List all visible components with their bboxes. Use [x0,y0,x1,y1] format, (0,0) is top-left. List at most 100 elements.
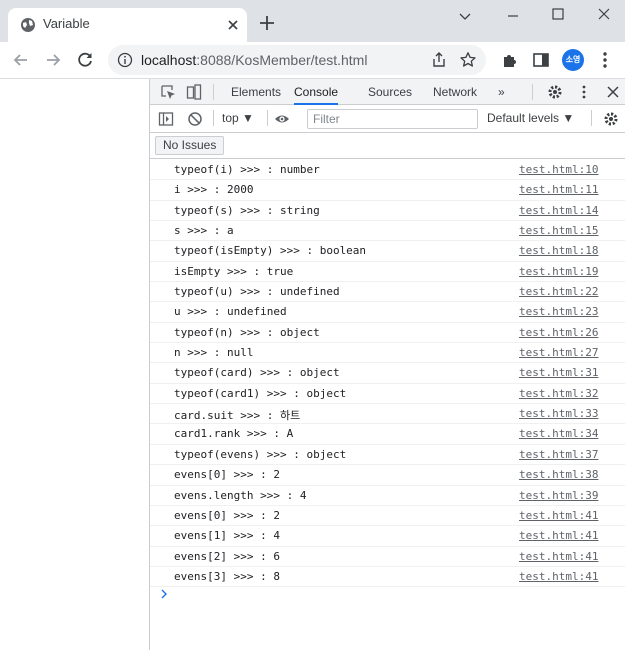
source-link[interactable]: test.html:32 [519,387,598,400]
side-panel-icon[interactable] [531,50,551,70]
tab-sources[interactable]: Sources [368,79,412,105]
console-message: typeof(i) >>> : number test.html:10 [150,160,625,181]
tab-strip: Variable [0,0,625,42]
console-message: card1.rank >>> : A test.html:34 [150,424,625,445]
source-link[interactable]: test.html:14 [519,204,598,217]
console-messages: typeof(i) >>> : number test.html:10 i >>> … [150,160,625,607]
reload-icon[interactable] [75,50,95,70]
console-message-text: u >>> : undefined [174,305,287,319]
forward-arrow-icon[interactable] [43,50,63,70]
source-link[interactable]: test.html:18 [519,244,598,257]
devtools-tab-bar: Elements Console Sources Network » [150,79,625,105]
source-link[interactable]: test.html:31 [519,366,598,379]
eye-icon[interactable] [274,111,290,127]
new-tab-icon[interactable] [258,14,276,32]
tab-title: Variable [43,16,90,31]
toolbar-separator [267,110,268,126]
more-tabs-button[interactable]: » [498,79,505,105]
source-link[interactable]: test.html:27 [519,346,598,359]
source-link[interactable]: test.html:34 [519,427,598,440]
source-link[interactable]: test.html:41 [519,570,598,583]
source-link[interactable]: test.html:22 [519,285,598,298]
source-link[interactable]: test.html:41 [519,509,598,522]
issues-bar: No Issues [150,133,625,159]
log-levels-dropdown[interactable]: Default levels ▼ [487,111,574,125]
console-message-text: s >>> : a [174,224,234,238]
source-link[interactable]: test.html:10 [519,163,598,176]
console-message-text: evens[2] >>> : 6 [174,549,280,563]
source-link[interactable]: test.html:39 [519,489,598,502]
console-message-text: card.suit >>> : 하트 [174,409,301,423]
tab-elements[interactable]: Elements [231,79,281,105]
clear-console-icon[interactable] [187,111,203,127]
source-link[interactable]: test.html:41 [519,550,598,563]
kebab-menu-icon[interactable] [576,84,592,100]
share-icon[interactable] [430,51,448,69]
sidebar-toggle-icon[interactable] [158,111,174,127]
star-icon[interactable] [459,51,477,69]
console-message: isEmpty >>> : true test.html:19 [150,262,625,283]
device-toolbar-icon[interactable] [186,84,202,100]
inspect-element-icon[interactable] [160,84,176,100]
console-message-text: evens[3] >>> : 8 [174,569,280,583]
url-text[interactable]: localhost:8088/KosMember/test.html [141,52,367,68]
back-arrow-icon[interactable] [11,50,31,70]
url-host: localhost [141,52,197,68]
source-link[interactable]: test.html:15 [519,224,598,237]
console-message-text: typeof(n) >>> : object [174,325,320,339]
context-selector[interactable]: top ▼ [222,111,254,125]
console-message-text: evens.length >>> : 4 [174,488,307,502]
console-message-text: evens[1] >>> : 4 [174,529,280,543]
browser-toolbar: localhost:8088/KosMember/test.html 소영 [0,42,625,78]
issues-button[interactable]: No Issues [155,136,225,155]
console-message: typeof(card) >>> : object test.html:31 [150,363,625,384]
minimize-icon[interactable] [500,5,526,27]
console-message-text: typeof(isEmpty) >>> : boolean [174,244,367,258]
tab-network[interactable]: Network [433,79,477,105]
source-link[interactable]: test.html:11 [519,183,598,196]
source-link[interactable]: test.html:23 [519,305,598,318]
console-message: i >>> : 2000 test.html:11 [150,180,625,201]
browser-tab[interactable]: Variable [8,8,247,42]
console-message-text: typeof(card) >>> : object [174,366,340,380]
console-prompt[interactable] [150,587,625,607]
console-message-text: typeof(u) >>> : undefined [174,285,340,299]
source-link[interactable]: test.html:26 [519,326,598,339]
close-icon[interactable] [225,17,241,33]
chevron-down-icon[interactable] [452,5,478,27]
console-message: evens.length >>> : 4 test.html:39 [150,486,625,506]
source-link[interactable]: test.html:19 [519,265,598,278]
maximize-icon[interactable] [545,5,571,27]
tab-console[interactable]: Console [294,79,339,105]
console-message: n >>> : null test.html:27 [150,343,625,364]
console-message: typeof(u) >>> : undefined test.html:22 [150,282,625,303]
extensions-icon[interactable] [500,50,520,70]
console-message: evens[1] >>> : 4 test.html:41 [150,526,625,547]
address-bar[interactable]: localhost:8088/KosMember/test.html [108,45,486,75]
source-link[interactable]: test.html:37 [519,448,598,461]
toolbar-separator [213,84,214,100]
settings-gear-icon[interactable] [547,84,563,100]
source-link[interactable]: test.html:41 [519,529,598,542]
profile-avatar[interactable]: 소영 [562,49,584,71]
console-message-text: evens[0] >>> : 2 [174,468,280,482]
console-message-text: evens[0] >>> : 2 [174,508,280,522]
context-label: top [222,111,239,125]
page-viewport[interactable] [0,79,149,650]
console-message-text: card1.rank >>> : A [174,427,294,441]
levels-label: Default levels [487,111,560,125]
window-close-icon[interactable] [591,5,617,27]
kebab-menu-icon[interactable] [595,50,615,70]
close-devtools-icon[interactable] [605,84,621,100]
source-link[interactable]: test.html:33 [519,407,598,420]
source-link[interactable]: test.html:38 [519,468,598,481]
filter-input[interactable]: Filter [307,109,478,129]
console-settings-gear-icon[interactable] [603,111,619,127]
url-path: :8088/KosMember/test.html [196,52,368,68]
console-message: evens[0] >>> : 2 test.html:38 [150,465,625,486]
console-message-text: typeof(evens) >>> : object [174,447,347,461]
globe-icon [21,18,35,32]
console-message-text: n >>> : null [174,346,254,360]
info-icon[interactable] [117,52,133,68]
toolbar-separator [213,110,214,126]
